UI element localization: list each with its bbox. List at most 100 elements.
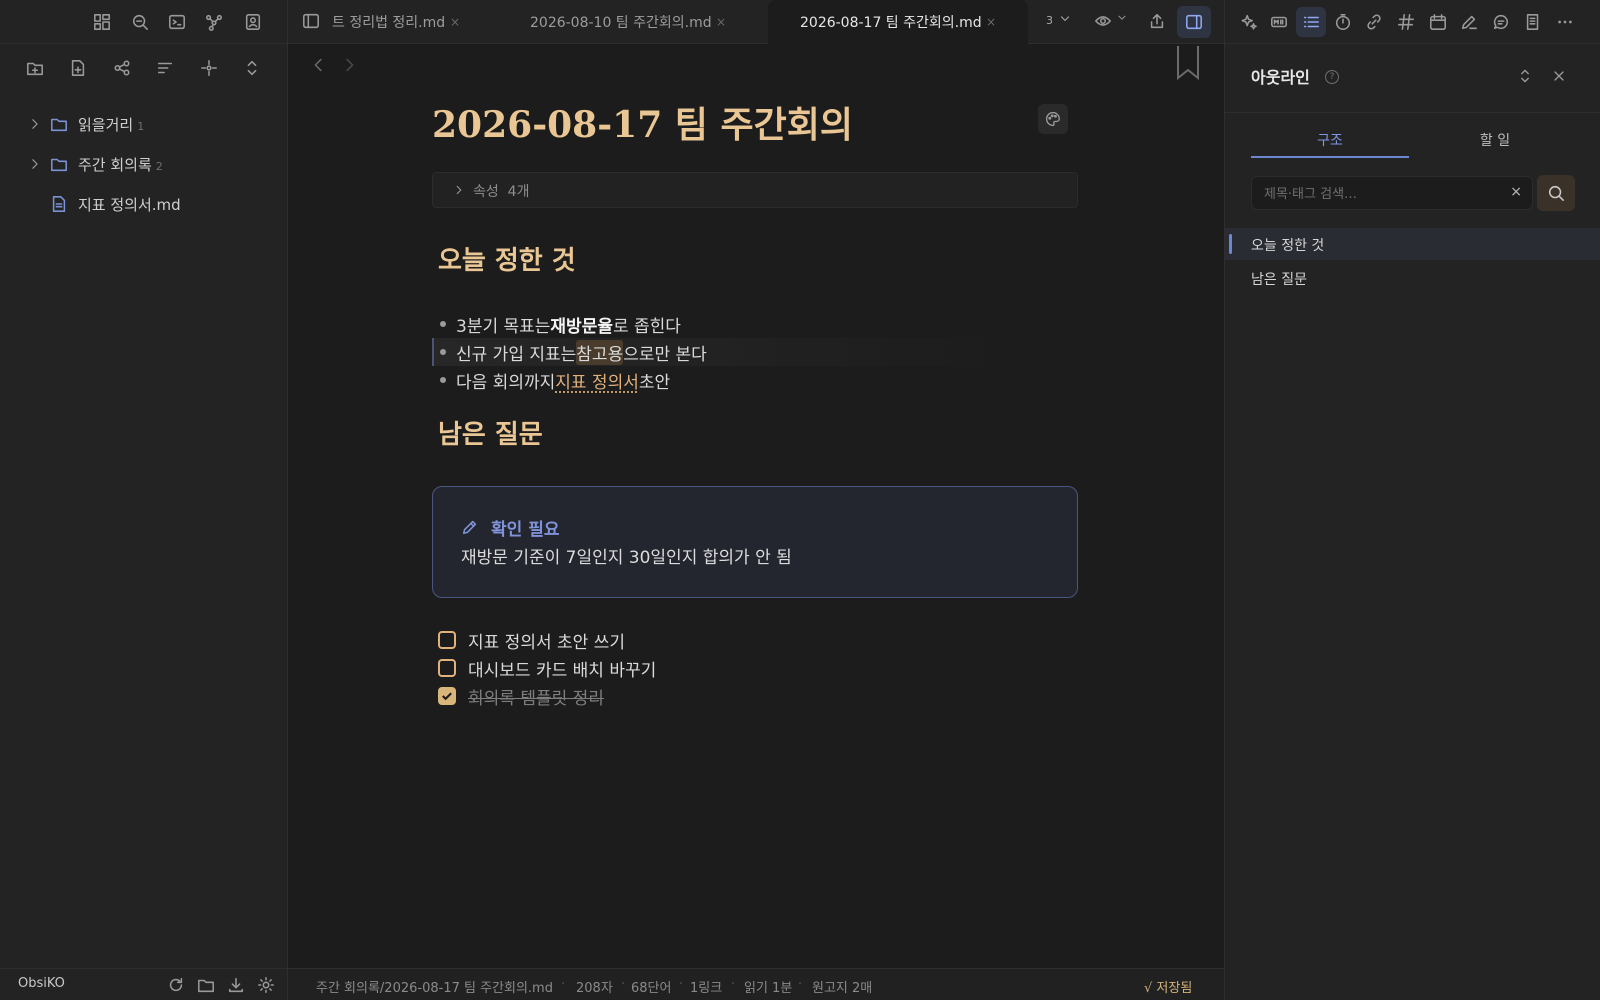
list-text: 3분기 목표는 bbox=[456, 316, 551, 337]
tab-bar: 트 정리법 정리.md × 2026-08-10 팀 주간회의.md × 202… bbox=[288, 0, 1224, 44]
chevron-right-icon[interactable] bbox=[28, 117, 42, 131]
right-panel-toggle-icon[interactable] bbox=[1177, 6, 1211, 38]
tab-close-icon[interactable]: × bbox=[450, 15, 460, 29]
outline-search-input[interactable] bbox=[1264, 184, 1494, 204]
forward-icon[interactable] bbox=[340, 56, 358, 74]
calendar-icon[interactable] bbox=[1428, 12, 1448, 32]
settings-icon[interactable] bbox=[256, 975, 276, 995]
link-icon[interactable] bbox=[1364, 12, 1384, 32]
download-icon[interactable] bbox=[226, 975, 246, 995]
editor: 2026-08-17 팀 주간회의 속성 4개 오늘 정한 것 3분기 목표는 … bbox=[288, 44, 1224, 968]
tab-close-icon[interactable]: × bbox=[986, 15, 996, 29]
internal-link[interactable]: 지표 정의서 bbox=[555, 368, 639, 393]
book-icon[interactable] bbox=[1523, 12, 1543, 32]
expand-collapse-icon[interactable] bbox=[1517, 68, 1533, 84]
chevron-right-icon[interactable] bbox=[453, 184, 465, 196]
divider bbox=[1225, 112, 1600, 113]
task-checkbox[interactable] bbox=[438, 687, 456, 705]
clear-search-icon[interactable]: × bbox=[1510, 184, 1522, 200]
tree-folder-reading[interactable]: 읽을거리 1 bbox=[0, 104, 288, 144]
timer-icon[interactable] bbox=[1333, 12, 1353, 32]
status-path[interactable]: 주간 회의록/2026-08-17 팀 주간회의.md bbox=[316, 977, 553, 996]
chevron-down-icon[interactable] bbox=[1116, 12, 1128, 24]
file-tree: 읽을거리 1 주간 회의록 2 지표 정의서.md bbox=[0, 104, 288, 224]
status-saved: √ 저장됨 bbox=[1144, 981, 1193, 996]
new-folder-icon[interactable] bbox=[25, 58, 45, 78]
help-icon[interactable]: ? bbox=[1325, 70, 1339, 84]
folder-icon bbox=[51, 158, 67, 172]
task-label: 대시보드 카드 배치 바꾸기 bbox=[468, 660, 657, 681]
outline-item[interactable]: 오늘 정한 것 bbox=[1225, 228, 1600, 260]
outline-item[interactable]: 남은 질문 bbox=[1225, 262, 1600, 294]
graph-icon[interactable] bbox=[204, 12, 224, 32]
tab-note-2[interactable]: 2026-08-10 팀 주간회의.md × bbox=[520, 0, 736, 44]
status-separator: · bbox=[679, 977, 684, 992]
folder-icon[interactable] bbox=[196, 975, 216, 995]
palette-icon[interactable] bbox=[1038, 104, 1068, 134]
pen-icon[interactable] bbox=[1459, 12, 1479, 32]
status-bar: 주간 회의록/2026-08-17 팀 주간회의.md · 208자 · 68단… bbox=[288, 968, 1224, 1000]
graph-tree-icon[interactable] bbox=[112, 58, 132, 78]
properties-panel[interactable]: 속성 4개 bbox=[432, 172, 1078, 208]
tab-note-3[interactable]: 2026-08-17 팀 주간회의.md × bbox=[768, 0, 1028, 44]
list-text: 으로만 본다 bbox=[623, 344, 707, 365]
callout[interactable]: 확인 필요 재방문 기준이 7일인지 30일인지 합의가 안 됨 bbox=[432, 486, 1078, 598]
heading-open-questions[interactable]: 남은 질문 bbox=[438, 414, 543, 451]
tab-structure[interactable]: 구조 bbox=[1251, 126, 1409, 158]
task-label: 회의록 템플릿 정리 bbox=[468, 688, 604, 709]
template-icon[interactable] bbox=[1269, 12, 1289, 32]
sparkle-icon[interactable] bbox=[1239, 12, 1259, 32]
more-icon[interactable] bbox=[1555, 12, 1575, 32]
properties-count: 4개 bbox=[507, 184, 530, 200]
note-title[interactable]: 2026-08-17 팀 주간회의 bbox=[432, 96, 853, 148]
vault-bar: ObsiKO bbox=[0, 968, 288, 1000]
eye-icon[interactable] bbox=[1094, 12, 1112, 30]
list-item[interactable]: 다음 회의까지 지표 정의서 초안 bbox=[440, 366, 670, 394]
tab-note-1[interactable]: 트 정리법 정리.md × bbox=[332, 0, 502, 44]
search-button[interactable] bbox=[1537, 175, 1575, 211]
tree-file-metric-definition[interactable]: 지표 정의서.md bbox=[0, 184, 288, 224]
back-icon[interactable] bbox=[310, 56, 328, 74]
focus-icon[interactable] bbox=[199, 58, 219, 78]
vault-name[interactable]: ObsiKO bbox=[18, 976, 65, 991]
close-icon[interactable] bbox=[1551, 68, 1567, 84]
tree-item-label: 주간 회의록 bbox=[78, 155, 152, 174]
list-text: 로 좁힌다 bbox=[612, 316, 681, 337]
chat-icon[interactable] bbox=[1491, 12, 1511, 32]
bold-text: 재방문율 bbox=[550, 316, 613, 337]
bullet-dot bbox=[440, 321, 446, 327]
outline-icon[interactable] bbox=[1296, 7, 1326, 37]
list-item[interactable]: 신규 가입 지표는 참고용 으로만 본다 bbox=[440, 338, 707, 366]
tab-todo[interactable]: 할 일 bbox=[1415, 126, 1575, 158]
terminal-icon[interactable] bbox=[167, 12, 187, 32]
search-replace-icon[interactable] bbox=[130, 12, 150, 32]
task-item[interactable]: 회의록 템플릿 정리 bbox=[438, 682, 604, 710]
new-note-icon[interactable] bbox=[68, 58, 88, 78]
tree-folder-weekly-meetings[interactable]: 주간 회의록 2 bbox=[0, 144, 288, 184]
tab-close-icon[interactable]: × bbox=[716, 15, 726, 29]
bookmark-icon[interactable] bbox=[1176, 46, 1200, 80]
task-checkbox[interactable] bbox=[438, 631, 456, 649]
status-separator: · bbox=[561, 977, 566, 992]
tree-item-count: 1 bbox=[137, 119, 145, 133]
share-icon[interactable] bbox=[1148, 12, 1166, 30]
layout-icon[interactable] bbox=[92, 12, 112, 32]
sort-icon[interactable] bbox=[155, 58, 175, 78]
tab-count[interactable]: 3 bbox=[1046, 14, 1053, 27]
list-item[interactable]: 3분기 목표는 재방문율 로 좁힌다 bbox=[440, 310, 681, 338]
bullet-dot bbox=[440, 377, 446, 383]
sidebar-toggle-icon[interactable] bbox=[302, 12, 320, 30]
status-chars: 208자 bbox=[576, 981, 613, 996]
hashtag-icon[interactable] bbox=[1396, 12, 1416, 32]
expand-collapse-icon[interactable] bbox=[242, 58, 262, 78]
outline-title: 아웃라인 bbox=[1251, 68, 1310, 87]
refresh-icon[interactable] bbox=[166, 975, 186, 995]
chevron-right-icon[interactable] bbox=[28, 157, 42, 171]
contact-icon[interactable] bbox=[243, 12, 263, 32]
heading-decided[interactable]: 오늘 정한 것 bbox=[438, 240, 576, 277]
status-separator: · bbox=[621, 977, 626, 992]
task-item[interactable]: 대시보드 카드 배치 바꾸기 bbox=[438, 654, 656, 682]
task-item[interactable]: 지표 정의서 초안 쓰기 bbox=[438, 626, 625, 654]
chevron-down-icon[interactable] bbox=[1058, 12, 1072, 26]
task-checkbox[interactable] bbox=[438, 659, 456, 677]
